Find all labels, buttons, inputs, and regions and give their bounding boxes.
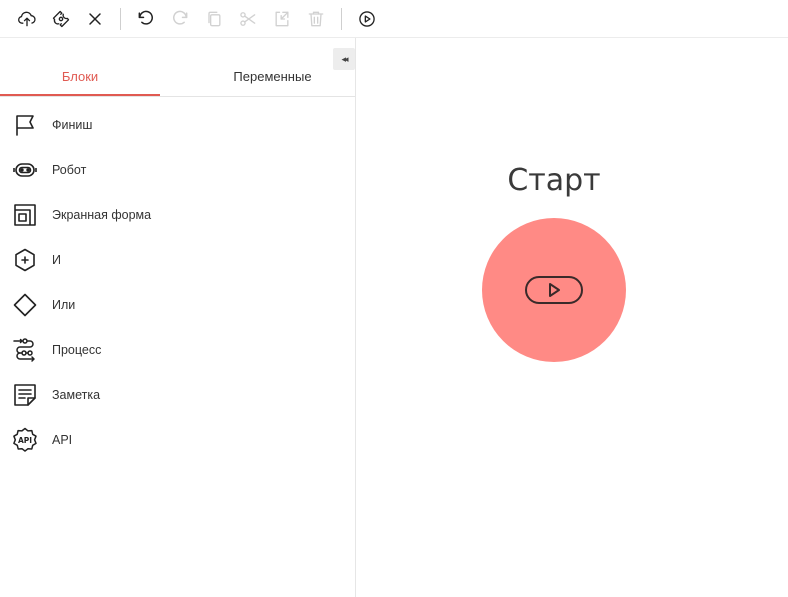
blocks-list: Финиш Робот Экранная форма И Или Процесс… — [0, 102, 355, 462]
process-icon — [12, 337, 38, 363]
delete-button[interactable] — [303, 6, 329, 32]
copy-button[interactable] — [201, 6, 227, 32]
redo-button[interactable] — [167, 6, 193, 32]
toolbar-separator — [341, 7, 342, 30]
block-label: Робот — [52, 162, 87, 177]
block-label: Финиш — [52, 117, 93, 132]
block-label: Заметка — [52, 387, 101, 402]
toolbar-separator — [120, 7, 121, 30]
undo-button[interactable] — [133, 6, 159, 32]
note-icon — [12, 382, 38, 408]
close-icon — [89, 12, 101, 25]
block-item-robot[interactable]: Робот — [0, 147, 355, 192]
robot-icon — [12, 157, 38, 183]
block-item-api[interactable]: API API — [0, 417, 355, 462]
or-diamond-icon — [12, 292, 38, 318]
screen-form-icon — [12, 202, 38, 228]
blocks-sidebar: ◂◂ Блоки Переменные Финиш Робот Экранная… — [0, 38, 356, 597]
block-item-process[interactable]: Процесс — [0, 327, 355, 372]
cloud-upload-button[interactable] — [14, 6, 40, 32]
toolbar — [0, 0, 788, 38]
svg-text:API: API — [18, 435, 32, 444]
close-button[interactable] — [82, 6, 108, 32]
app-window: ◂◂ Блоки Переменные Финиш Робот Экранная… — [0, 0, 788, 597]
block-label: И — [52, 252, 61, 267]
block-item-and[interactable]: И — [0, 237, 355, 282]
copy-icon — [208, 11, 221, 26]
sidebar-tabs: Блоки Переменные — [0, 58, 355, 97]
block-label: Или — [52, 297, 76, 312]
redo-icon — [173, 10, 188, 25]
block-label: Процесс — [52, 342, 102, 357]
delete-icon — [308, 11, 324, 26]
play-pill-icon — [525, 276, 583, 304]
block-item-note[interactable]: Заметка — [0, 372, 355, 417]
cloud-upload-icon — [18, 11, 36, 26]
block-item-screen-form[interactable]: Экранная форма — [0, 192, 355, 237]
paste-icon — [275, 11, 289, 26]
start-node[interactable] — [482, 218, 626, 362]
and-hexagon-icon — [12, 247, 38, 273]
tab-variables[interactable]: Переменные — [160, 58, 355, 96]
flag-icon — [12, 112, 38, 138]
block-item-or[interactable]: Или — [0, 282, 355, 327]
cut-icon — [240, 11, 256, 26]
tab-blocks[interactable]: Блоки — [0, 58, 160, 96]
block-label: Экранная форма — [52, 207, 152, 222]
start-node-title: Старт — [507, 163, 601, 198]
api-badge-icon: API — [12, 427, 38, 453]
settings-button[interactable] — [48, 6, 74, 32]
cut-button[interactable] — [235, 6, 261, 32]
paste-button[interactable] — [269, 6, 295, 32]
run-button[interactable] — [354, 6, 380, 32]
block-item-finish[interactable]: Финиш — [0, 102, 355, 147]
wrench-settings-icon — [52, 10, 70, 27]
flow-canvas[interactable]: Старт — [357, 38, 788, 597]
block-label: API — [52, 432, 73, 447]
undo-icon — [138, 10, 153, 25]
run-icon — [359, 10, 375, 27]
